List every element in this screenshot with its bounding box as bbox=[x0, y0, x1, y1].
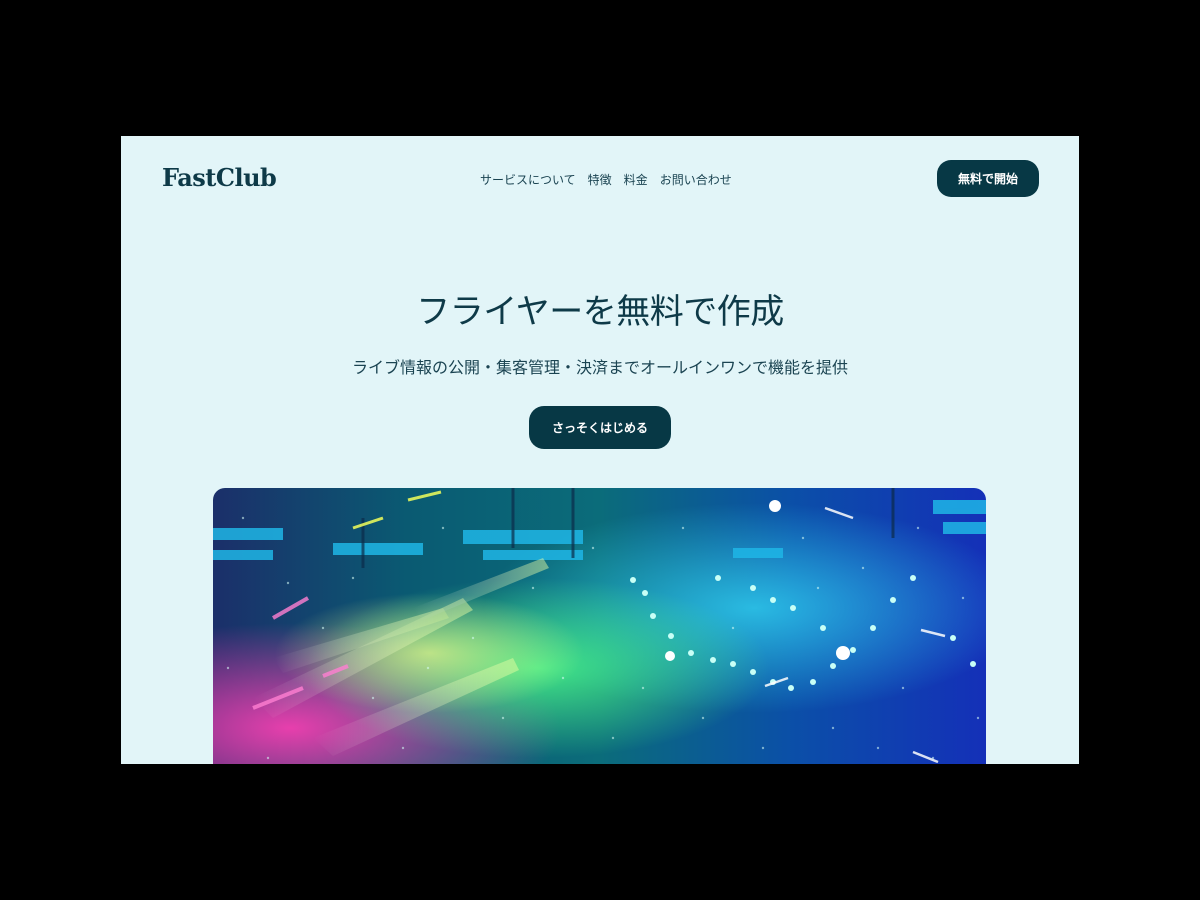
nav-link-contact[interactable]: お問い合わせ bbox=[660, 171, 732, 188]
landing-page: FastClub サービスについて 特徴 料金 お問い合わせ 無料で開始 フライ… bbox=[121, 136, 1079, 764]
nav-link-pricing[interactable]: 料金 bbox=[624, 171, 648, 188]
fastclub-logo[interactable]: FastClub bbox=[162, 163, 277, 192]
start-free-button[interactable]: 無料で開始 bbox=[937, 160, 1039, 197]
nav-links: サービスについて 特徴 料金 お問い合わせ bbox=[480, 171, 732, 188]
get-started-button[interactable]: さっそくはじめる bbox=[529, 406, 671, 449]
concert-stage-lights-image bbox=[213, 488, 986, 764]
nav-link-about-service[interactable]: サービスについて bbox=[480, 171, 576, 188]
hero-title: フライヤーを無料で作成 bbox=[416, 292, 784, 332]
top-navigation: FastClub サービスについて 特徴 料金 お問い合わせ 無料で開始 bbox=[121, 136, 1079, 222]
hero-subtitle: ライブ情報の公開・集客管理・決済までオールインワンで機能を提供 bbox=[351, 358, 848, 377]
nav-link-features[interactable]: 特徴 bbox=[588, 171, 612, 188]
